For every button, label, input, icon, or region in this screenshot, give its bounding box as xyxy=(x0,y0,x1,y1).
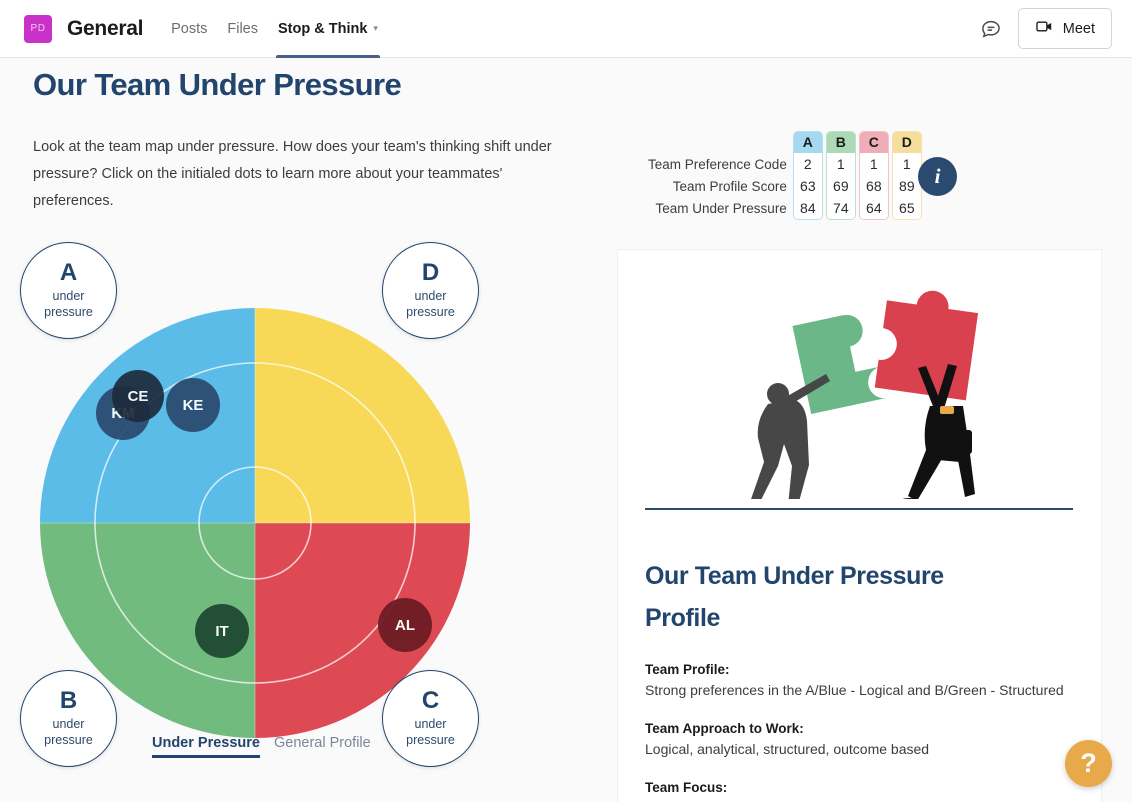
avatar: PD xyxy=(24,14,52,43)
member-dot-ce[interactable]: CE xyxy=(112,370,164,422)
quadrant-c-sub-line1: under xyxy=(414,717,447,731)
page-title: Our Team Under Pressure xyxy=(33,67,402,102)
accent-shape xyxy=(940,406,954,414)
score-column-b-header: B xyxy=(826,132,855,153)
section-team-profile-body: Strong preferences in the A/Blue - Logic… xyxy=(645,682,1064,698)
score-table-columns: A 2 63 84 B 1 69 74 C 1 68 64 D 1 89 65 xyxy=(792,131,922,220)
quadrant-label-b-sub: under pressure xyxy=(44,716,93,748)
card-title: Our Team Under Pressure Profile xyxy=(645,562,944,632)
quadrant-b-sub-line2: pressure xyxy=(44,733,93,747)
score-column-d-header: D xyxy=(892,132,921,153)
tab-posts[interactable]: Posts xyxy=(161,0,217,58)
app-root: PD General Posts Files Stop & Think ▾ Me… xyxy=(0,0,1132,802)
score-b-under-pressure: 74 xyxy=(826,197,855,219)
score-b-preference-code: 1 xyxy=(826,153,855,175)
puzzle-illustration-icon xyxy=(751,290,979,499)
score-column-a-header: A xyxy=(793,132,822,153)
score-column-c: C 1 68 64 xyxy=(858,131,889,220)
score-c-under-pressure: 64 xyxy=(859,197,888,219)
score-table-row-labels: Team Preference Code Team Profile Score … xyxy=(648,131,793,220)
quadrant-label-d-letter: D xyxy=(421,259,440,286)
meet-button-label: Meet xyxy=(1062,20,1095,37)
section-team-focus-heading: Team Focus: xyxy=(645,780,728,795)
score-a-preference-code: 2 xyxy=(793,153,822,175)
section-team-profile: Team Profile: Strong preferences in the … xyxy=(645,662,1085,701)
row-label-profile-score: Team Profile Score xyxy=(672,179,787,194)
score-d-under-pressure: 65 xyxy=(892,197,921,219)
score-d-profile-score: 89 xyxy=(892,175,921,197)
chevron-down-icon[interactable]: ▾ xyxy=(373,23,378,34)
member-dot-ke-label: KE xyxy=(182,396,204,414)
member-dot-al-label: AL xyxy=(395,616,415,634)
meet-button[interactable]: Meet xyxy=(1017,8,1112,49)
quadrant-label-b[interactable]: B under pressure xyxy=(20,670,117,767)
tab-stop-and-think-label: Stop & Think xyxy=(278,20,368,37)
member-dot-ce-label: CE xyxy=(127,387,149,405)
row-label-under-pressure: Team Under Pressure xyxy=(655,201,787,216)
team-wheel-area: KM CE KE IT AL A under pressure D under … xyxy=(0,230,600,790)
quadrant-d-yellow xyxy=(255,308,470,523)
member-dot-ke[interactable]: KE xyxy=(166,378,220,432)
quadrant-label-d[interactable]: D under pressure xyxy=(382,242,479,339)
score-c-preference-code: 1 xyxy=(859,153,888,175)
tab-files-label: Files xyxy=(227,20,258,37)
quadrant-d-sub-line1: under xyxy=(414,289,447,303)
quadrant-label-a-sub: under pressure xyxy=(44,288,93,320)
quadrant-label-c-letter: C xyxy=(421,687,440,714)
page-intro-text: Look at the team map under pressure. How… xyxy=(33,139,552,209)
score-column-b: B 1 69 74 xyxy=(825,131,856,220)
section-team-approach-heading: Team Approach to Work: xyxy=(645,721,804,736)
video-camera-icon xyxy=(1035,17,1054,40)
member-dot-al[interactable]: AL xyxy=(378,598,432,652)
member-dot-it-label: IT xyxy=(215,622,229,640)
section-team-approach-body: Logical, analytical, structured, outcome… xyxy=(645,741,930,757)
member-dot-it[interactable]: IT xyxy=(195,604,249,658)
score-a-under-pressure: 84 xyxy=(793,197,822,219)
score-d-preference-code: 1 xyxy=(892,153,921,175)
help-button[interactable]: ? xyxy=(1065,740,1112,787)
card-divider xyxy=(645,508,1073,510)
quadrant-label-d-sub: under pressure xyxy=(406,288,455,320)
section-team-approach: Team Approach to Work: Logical, analytic… xyxy=(645,721,1085,760)
section-team-focus: Team Focus: xyxy=(645,780,1085,795)
tab-posts-label: Posts xyxy=(171,20,208,37)
profile-card: Our Team Under Pressure Profile Team Pro… xyxy=(618,250,1101,802)
quadrant-label-c-sub: under pressure xyxy=(406,716,455,748)
score-column-a: A 2 63 84 xyxy=(792,131,823,220)
score-a-profile-score: 63 xyxy=(793,175,822,197)
tab-stop-and-think[interactable]: Stop & Think ▾ xyxy=(268,0,388,58)
card-sections: Team Profile: Strong preferences in the … xyxy=(645,662,1085,798)
quadrant-c-sub-line2: pressure xyxy=(406,733,455,747)
quadrant-label-a[interactable]: A under pressure xyxy=(20,242,117,339)
score-table: Team Preference Code Team Profile Score … xyxy=(648,131,922,220)
chat-bubble-icon[interactable] xyxy=(980,18,1002,40)
top-bar-actions: Meet xyxy=(980,8,1112,49)
quadrant-a-sub-line1: under xyxy=(52,289,85,303)
score-c-profile-score: 68 xyxy=(859,175,888,197)
quadrant-label-c[interactable]: C under pressure xyxy=(382,670,479,767)
quadrant-b-sub-line1: under xyxy=(52,717,85,731)
channel-title: General xyxy=(67,16,144,40)
section-team-profile-heading: Team Profile: xyxy=(645,662,730,677)
wheel-tab-general-profile[interactable]: General Profile xyxy=(274,735,371,758)
nav-tabs: Posts Files Stop & Think ▾ xyxy=(161,0,388,58)
quadrant-label-b-letter: B xyxy=(59,687,78,714)
puzzle-piece-green xyxy=(792,314,888,415)
briefcase-icon xyxy=(944,430,972,454)
score-b-profile-score: 69 xyxy=(826,175,855,197)
wheel-view-tabs: Under Pressure General Profile xyxy=(152,735,371,758)
row-label-preference-code: Team Preference Code xyxy=(648,157,787,172)
tab-files[interactable]: Files xyxy=(217,0,268,58)
quadrant-d-sub-line2: pressure xyxy=(406,305,455,319)
info-icon[interactable]: i xyxy=(918,157,957,196)
quadrant-a-sub-line2: pressure xyxy=(44,305,93,319)
top-bar: PD General Posts Files Stop & Think ▾ Me… xyxy=(0,0,1132,58)
wheel-tab-under-pressure[interactable]: Under Pressure xyxy=(152,735,260,758)
quadrant-label-a-letter: A xyxy=(59,259,78,286)
score-column-c-header: C xyxy=(859,132,888,153)
